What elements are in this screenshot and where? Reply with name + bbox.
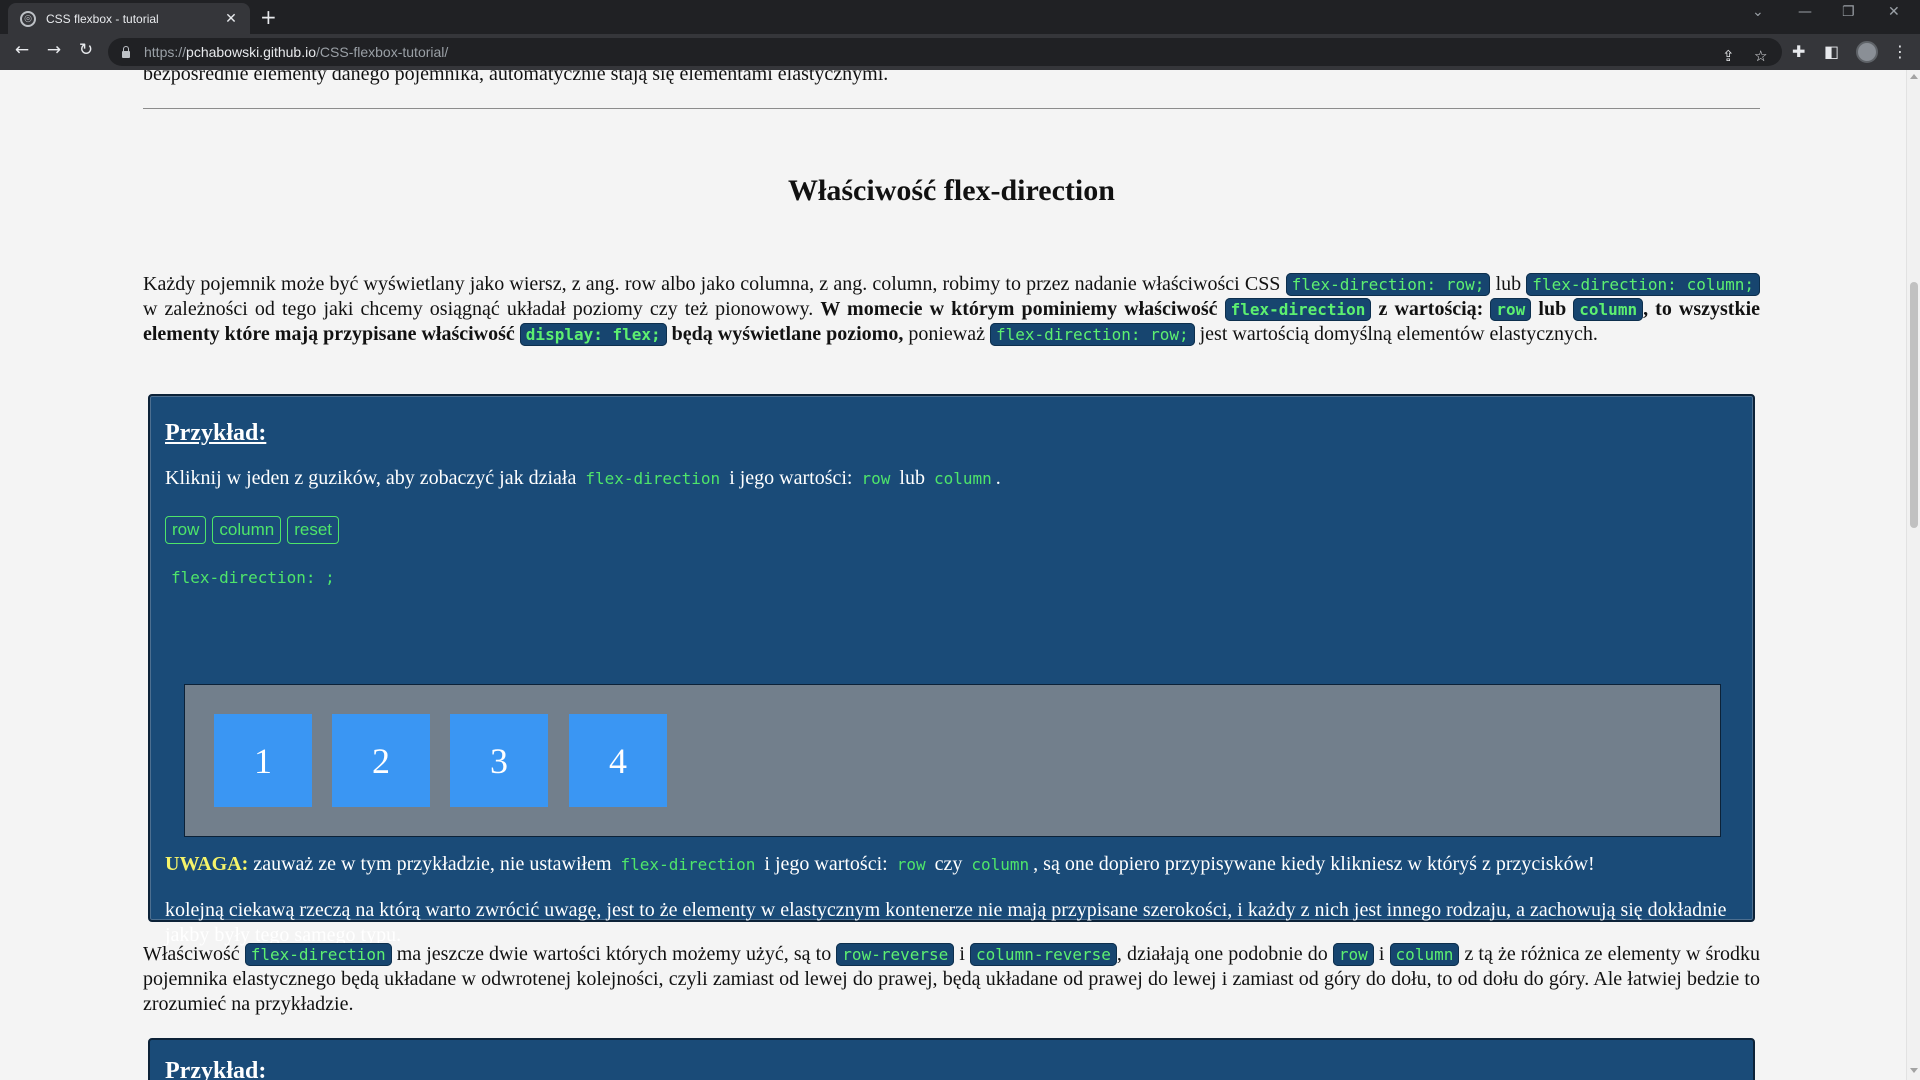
browser-tab[interactable]: ◎ CSS flexbox - tutorial ✕: [8, 3, 250, 34]
example-title: Przykład:: [165, 420, 267, 446]
warning-label: UWAGA:: [165, 853, 249, 875]
globe-icon: ◎: [20, 10, 36, 27]
window-close-icon[interactable]: ✕: [1888, 4, 1900, 20]
code-column-reverse: column-reverse: [970, 943, 1117, 966]
sidepanel-icon[interactable]: ◧: [1824, 42, 1839, 61]
column-button[interactable]: column: [212, 516, 282, 544]
current-flex-direction-code: flex-direction: ;: [171, 568, 335, 587]
code-flex-direction-row-default: flex-direction: row;: [989, 323, 1195, 346]
page-scrollbar[interactable]: [1906, 70, 1920, 1080]
minimize-icon[interactable]: —: [1798, 4, 1812, 20]
restore-icon[interactable]: ❐: [1842, 4, 1855, 20]
example-button-group: row column reset: [165, 516, 340, 544]
browser-tab-strip: ◎ CSS flexbox - tutorial ✕ + ⌄ — ❐ ✕: [0, 0, 1920, 34]
code-flex-direction: flex-direction: [244, 943, 392, 966]
extensions-icon[interactable]: ✚: [1792, 42, 1805, 61]
outro-paragraph: Właściwość flex-direction ma jeszcze dwi…: [143, 943, 1760, 1015]
flex-item: 4: [569, 714, 667, 807]
chevron-down-icon[interactable]: ⌄: [1752, 4, 1764, 20]
code-row: row: [1490, 298, 1532, 321]
star-icon[interactable]: ☆: [1754, 47, 1767, 65]
example-title: Przykład:: [165, 1058, 267, 1080]
flex-item: 2: [332, 714, 430, 807]
reload-icon[interactable]: ↻: [74, 40, 98, 60]
scrollbar-thumb[interactable]: [1910, 282, 1918, 528]
code-column: column: [1389, 943, 1460, 966]
plus-icon[interactable]: +: [260, 5, 277, 29]
section-title: Właściwość flex-direction: [788, 174, 1115, 207]
menu-dots-icon[interactable]: ⋮: [1892, 42, 1908, 61]
browser-toolbar: ← → ↻ https://pchabowski.github.io/CSS-f…: [0, 34, 1920, 70]
lock-icon[interactable]: [122, 45, 130, 58]
intro-paragraph: Każdy pojemnik może być wyświetlany jako…: [143, 273, 1761, 346]
forward-arrow-icon[interactable]: →: [42, 40, 66, 60]
code-row-reverse: row-reverse: [836, 943, 955, 966]
code-row: row: [1332, 943, 1374, 966]
flex-item: 1: [214, 714, 312, 807]
address-bar[interactable]: https://pchabowski.github.io/CSS-flexbox…: [108, 38, 1782, 66]
reset-button[interactable]: reset: [287, 516, 340, 544]
url-text: https://pchabowski.github.io/CSS-flexbox…: [144, 44, 449, 60]
back-arrow-icon[interactable]: ←: [10, 40, 34, 60]
tab-title: CSS flexbox - tutorial: [46, 11, 159, 26]
flex-container-demo: 1 2 3 4: [184, 684, 1721, 837]
code-flex-direction-column: flex-direction: column;: [1526, 273, 1761, 296]
flex-item: 3: [450, 714, 548, 807]
section-divider: [143, 108, 1760, 109]
close-icon[interactable]: ✕: [222, 11, 240, 27]
page-viewport: bezpośrednie elementy danego pojemnika, …: [0, 70, 1906, 1080]
previous-paragraph: bezpośrednie elementy danego pojemnika, …: [143, 70, 889, 85]
row-button[interactable]: row: [165, 516, 207, 544]
code-column: column: [1573, 298, 1644, 321]
warning-paragraph: UWAGA: zauważ ze w tym przykładzie, nie …: [165, 853, 1595, 875]
code-flex-direction: flex-direction: [1224, 298, 1372, 321]
share-icon[interactable]: ⇪: [1722, 47, 1735, 65]
example-box: Przykład: Kliknij w jeden z guzików, aby…: [148, 394, 1755, 946]
code-display-flex: display: flex;: [519, 323, 667, 346]
avatar[interactable]: [1856, 41, 1878, 63]
example-box-2: Przykład:: [148, 1038, 1755, 1080]
scroll-down-arrow-icon[interactable]: [1910, 1068, 1918, 1073]
code-flex-direction-row: flex-direction: row;: [1285, 273, 1491, 296]
example-instructions: Kliknij w jeden z guzików, aby zobaczyć …: [165, 467, 1001, 489]
scroll-up-arrow-icon[interactable]: [1910, 74, 1918, 79]
note-paragraph: kolejną ciekawą rzeczą na którą warto zw…: [165, 899, 1727, 946]
